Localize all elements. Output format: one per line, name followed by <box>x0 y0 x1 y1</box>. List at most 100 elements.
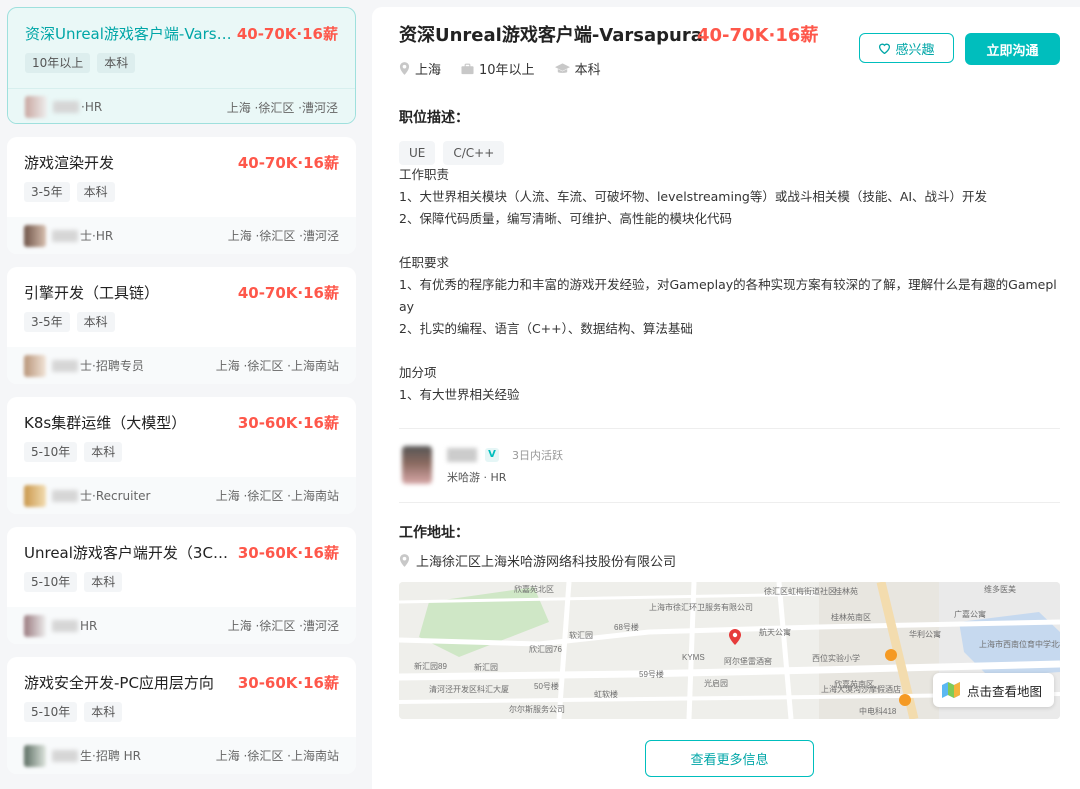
skill-tag: C/C++ <box>443 141 505 165</box>
description-heading: 职位描述： <box>399 110 469 126</box>
job-meta: 上海 10年以上 本科 <box>399 59 601 78</box>
job-card-title: 游戏安全开发-PC应用层方向 <box>24 674 214 692</box>
skill-tag: UE <box>399 141 436 165</box>
job-card-tag: 本科 <box>76 312 115 332</box>
description-line: 1、有优秀的程序能力和丰富的游戏开发经验，对Gameplay的各种实现方案有较深… <box>399 277 1057 292</box>
map-label: 徐汇区虹梅街道社区 <box>764 586 836 596</box>
recruiter-avatar <box>402 446 432 484</box>
map-label: 68号楼 <box>614 622 639 632</box>
job-card[interactable]: 游戏渲染开发 40-70K·16薪 3-5年 本科 士·HR 上海 ·徐汇区 ·漕… <box>7 137 356 254</box>
job-card[interactable]: K8s集群运维（大模型） 30-60K·16薪 5-10年 本科 士·Recrui… <box>7 397 356 514</box>
job-card-title: 资深Unreal游戏客户端-Varsap… <box>25 25 237 43</box>
map-label: 上海大漠沟沙摩假酒店 <box>821 684 901 694</box>
map-label: 上海市徐汇环卫服务有限公司 <box>649 602 753 612</box>
job-title: 资深Unreal游戏客户端-Varsapura <box>399 25 703 46</box>
recruiter-title: 生·招聘 HR <box>80 749 141 763</box>
address-heading: 工作地址： <box>399 525 469 541</box>
recruiter-avatar <box>25 96 47 118</box>
map-label: KYMS <box>682 653 705 662</box>
job-card-tag: 本科 <box>76 182 115 202</box>
job-card-footer: 士·HR 上海 ·徐汇区 ·漕河泾 <box>7 217 356 254</box>
meta-education: 本科 <box>554 59 601 78</box>
description-line: ay <box>399 299 415 314</box>
job-card[interactable]: 引擎开发（工具链） 40-70K·16薪 3-5年 本科 士·招聘专员 上海 ·徐… <box>7 267 356 384</box>
map-label: 阿尔堡雷酒窖 <box>724 656 772 666</box>
interest-label: 感兴趣 <box>895 42 935 58</box>
divider <box>399 428 1060 429</box>
job-card-header: K8s集群运维（大模型） 30-60K·16薪 5-10年 本科 <box>7 397 356 477</box>
map-label: 欣汇园76 <box>529 644 562 654</box>
map-label: 虹软楼 <box>594 689 618 699</box>
job-card-tag: 本科 <box>97 53 136 73</box>
map-label: 欣嘉苑北区 <box>514 584 554 594</box>
map-icon <box>941 682 960 698</box>
location-pin-icon <box>399 554 410 567</box>
map-label: 华利公寓 <box>909 629 941 639</box>
job-card[interactable]: 资深Unreal游戏客户端-Varsap… 40-70K·16薪 10年以上 本科… <box>7 7 356 124</box>
verified-badge-icon: V <box>485 448 499 462</box>
location-pin-icon <box>399 62 410 75</box>
job-card-tag: 5-10年 <box>24 702 78 722</box>
recruiter-title: HR <box>80 618 98 633</box>
map-label: 广嘉公寓 <box>954 609 986 619</box>
recruiter-name-blurred <box>52 359 78 372</box>
job-card-footer: HR 上海 ·徐汇区 ·漕河泾 <box>7 607 356 644</box>
job-card-title: K8s集群运维（大模型） <box>24 414 187 432</box>
recruiter-avatar <box>24 744 46 767</box>
job-card-header: 资深Unreal游戏客户端-Varsap… 40-70K·16薪 10年以上 本科 <box>8 8 355 88</box>
job-card-tag: 本科 <box>84 702 123 722</box>
job-card-location: 上海 ·徐汇区 ·上海南站 <box>215 489 339 503</box>
job-card-header: Unreal游戏客户端开发（3C）-… 30-60K·16薪 5-10年 本科 <box>7 527 356 607</box>
job-salary: 40-70K·16薪 <box>697 25 819 46</box>
job-list: 资深Unreal游戏客户端-Varsap… 40-70K·16薪 10年以上 本科… <box>0 0 364 789</box>
job-card-salary: 40-70K·16薪 <box>237 154 339 172</box>
job-card-tags: 5-10年 本科 <box>24 572 339 592</box>
more-info-button[interactable]: 查看更多信息 <box>645 740 814 777</box>
description-line: 加分项 <box>399 365 437 380</box>
job-card-location: 上海 ·徐汇区 ·上海南站 <box>215 359 339 373</box>
job-card[interactable]: Unreal游戏客户端开发（3C）-… 30-60K·16薪 5-10年 本科 H… <box>7 527 356 644</box>
description-line: 1、有大世界相关经验 <box>399 387 520 402</box>
recruiter-avatar <box>24 484 46 507</box>
recruiter-title: 士·Recruiter <box>80 489 151 503</box>
job-card-tag: 5-10年 <box>24 572 78 592</box>
job-card-salary: 40-70K·16薪 <box>236 25 338 43</box>
job-card-tags: 5-10年 本科 <box>24 442 339 462</box>
recruiter-name-blurred <box>52 489 78 502</box>
job-card[interactable]: 游戏安全开发-PC应用层方向 30-60K·16薪 5-10年 本科 生·招聘 H… <box>7 657 356 774</box>
recruiter-title: 士·招聘专员 <box>80 359 144 373</box>
job-description: 工作职责 1、大世界相关模块（人流、车流、可破坏物、levelstreaming等… <box>399 164 1064 406</box>
recruiter-avatar <box>24 354 46 377</box>
job-detail-panel: 资深Unreal游戏客户端-Varsapura 40-70K·16薪 感兴趣 立… <box>372 7 1080 789</box>
job-card-tag: 本科 <box>84 442 123 462</box>
map-label: 桂林苑 <box>834 586 858 596</box>
work-address: 上海徐汇区上海米哈游网络科技股份有限公司 <box>399 551 676 570</box>
location-map[interactable]: 欣嘉苑北区 徐汇区虹梅街道社区 桂林苑 维多医美 上海市徐汇环卫服务有限公司 68号楼 航天… <box>399 582 1060 719</box>
description-line <box>399 230 1064 252</box>
description-line <box>399 340 1064 362</box>
map-label: 软汇园 <box>569 630 593 640</box>
open-map-button[interactable]: 点击查看地图 <box>932 673 1054 707</box>
job-card-tag: 3-5年 <box>24 312 70 332</box>
description-line: 2、扎实的编程、语言（C++）、数据结构、算法基础 <box>399 321 693 336</box>
recruiter-avatar <box>24 614 46 637</box>
meta-city: 上海 <box>399 59 441 78</box>
recruiter-name-blurred <box>52 749 78 762</box>
recruiter-card[interactable]: V 3日内活跃 米哈游 · HR <box>399 444 799 488</box>
job-card-tag: 本科 <box>84 572 123 592</box>
job-card-footer: 生·招聘 HR 上海 ·徐汇区 ·上海南站 <box>7 737 356 774</box>
job-card-header: 游戏渲染开发 40-70K·16薪 3-5年 本科 <box>7 137 356 217</box>
interest-button[interactable]: 感兴趣 <box>859 33 954 63</box>
job-card-location: 上海 ·徐汇区 ·漕河泾 <box>227 619 339 633</box>
job-card-header: 引擎开发（工具链） 40-70K·16薪 3-5年 本科 <box>7 267 356 347</box>
description-line: 工作职责 <box>399 167 450 182</box>
heart-icon <box>879 43 891 54</box>
graduation-cap-icon <box>554 62 570 73</box>
map-label: 新汇园 <box>474 662 498 672</box>
recruiter-name-blurred <box>52 229 78 242</box>
recruiter-title: 士·HR <box>80 229 114 243</box>
job-card-title: 游戏渲染开发 <box>24 154 115 172</box>
chat-now-button[interactable]: 立即沟通 <box>965 33 1060 65</box>
job-card-tags: 5-10年 本科 <box>24 702 339 722</box>
map-label: 清河泾开发区科汇大厦 <box>429 684 509 694</box>
